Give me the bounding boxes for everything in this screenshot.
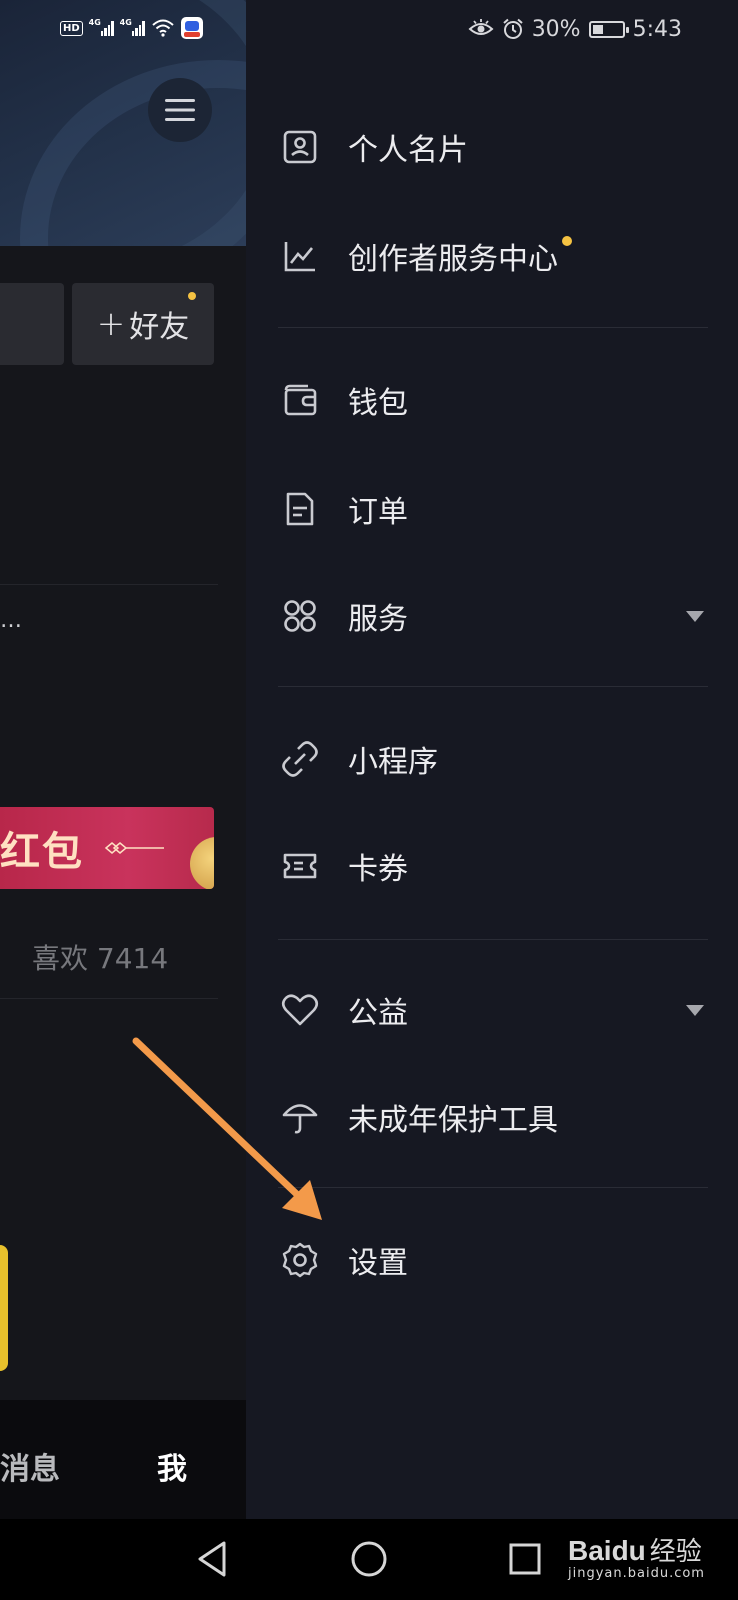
edit-profile-button[interactable]	[0, 283, 64, 365]
divider	[278, 1187, 708, 1188]
alarm-icon	[503, 18, 523, 39]
signal-icon: 4G	[88, 18, 114, 36]
watermark-logo: Bai	[568, 1535, 612, 1566]
plus-icon: +	[96, 304, 126, 344]
divider	[278, 686, 708, 687]
drawer-item-coupons[interactable]: 卡券	[280, 836, 708, 896]
eye-comfort-icon	[468, 19, 494, 35]
expand-caret-icon[interactable]	[686, 611, 704, 622]
red-packet-banner[interactable]: 红包	[0, 807, 214, 889]
drawer-item-label-wrap: 创作者服务中心	[348, 234, 572, 278]
profile-card-icon	[283, 130, 317, 164]
wifi-icon	[152, 19, 174, 37]
drawer-item-label: 未成年保护工具	[348, 1103, 558, 1138]
bottom-tab-bar: 消息 我	[0, 1400, 246, 1519]
status-bar-left: HD 4G 4G	[60, 16, 203, 40]
drawer-item-label: 小程序	[348, 745, 438, 780]
drawer-item-label: 设置	[348, 1246, 408, 1281]
add-friend-button[interactable]: + 好友	[72, 283, 214, 365]
drawer-item-wallet[interactable]: 钱包	[280, 370, 708, 430]
divider	[278, 327, 708, 328]
hamburger-menu-icon	[165, 99, 195, 121]
divider	[0, 584, 218, 585]
background-profile-page: HD 4G 4G + 好友 … 红包 喜欢 7414 消息 我	[0, 0, 246, 1519]
add-friend-label: 好友	[129, 310, 190, 345]
services-grid-icon	[284, 600, 316, 632]
floating-button-edge[interactable]	[0, 1245, 8, 1371]
recents-key-icon[interactable]	[503, 1537, 547, 1581]
menu-button[interactable]	[148, 78, 212, 142]
drawer-item-charity[interactable]: 公益	[280, 980, 708, 1040]
settings-gear-icon	[282, 1242, 318, 1278]
drawer-item-label: 个人名片	[348, 133, 468, 168]
creator-chart-icon	[284, 242, 315, 272]
drawer-item-services[interactable]: 服务	[280, 586, 708, 646]
signal-label: 4G	[119, 18, 132, 27]
side-drawer: 30% 5:43 个人名片 创作者服务中心 钱包 订单 服务 小程序 卡券 公益…	[246, 0, 738, 1519]
battery-icon	[588, 20, 629, 38]
signal-icon: 4G	[119, 18, 145, 36]
coupon-ticket-icon	[283, 853, 317, 879]
drawer-item-settings[interactable]: 设置	[280, 1230, 708, 1290]
decoration-icon	[104, 842, 164, 854]
wallet-icon	[284, 384, 317, 416]
drawer-item-profile-card[interactable]: 个人名片	[280, 117, 708, 177]
expand-caret-icon[interactable]	[686, 1005, 704, 1016]
drawer-item-mini-programs[interactable]: 小程序	[280, 729, 708, 789]
divider	[278, 939, 708, 940]
drawer-item-label: 服务	[348, 602, 408, 637]
new-indicator-dot	[188, 292, 196, 300]
battery-percent: 30%	[531, 16, 581, 42]
truncated-text: …	[0, 608, 23, 633]
hd-indicator: HD	[60, 20, 83, 36]
watermark-logo-paw: du	[611, 1535, 646, 1566]
home-key-icon[interactable]	[347, 1537, 391, 1581]
watermark-url: jingyan.baidu.com	[568, 1566, 705, 1581]
drawer-item-label: 钱包	[348, 386, 408, 421]
watermark-cn: 经验	[649, 1537, 702, 1567]
drawer-item-label: 订单	[348, 495, 408, 530]
coin-icon	[190, 837, 214, 889]
umbrella-icon	[282, 1104, 318, 1134]
drawer-item-minor-protection[interactable]: 未成年保护工具	[280, 1087, 708, 1147]
signal-label: 4G	[88, 18, 101, 27]
drawer-item-label: 创作者服务中心	[348, 242, 558, 277]
drawer-item-label: 公益	[348, 996, 408, 1031]
baidu-app-notification-icon	[180, 17, 203, 39]
notification-dot	[562, 236, 572, 246]
status-bar-right: 30% 5:43	[468, 16, 682, 42]
charity-heart-icon	[281, 994, 319, 1026]
clock-time: 5:43	[632, 16, 682, 42]
drawer-item-creator-center[interactable]: 创作者服务中心	[280, 226, 708, 286]
divider	[0, 998, 218, 999]
drawer-item-label: 卡券	[348, 852, 408, 887]
back-key-icon[interactable]	[192, 1537, 236, 1581]
order-document-icon	[286, 492, 314, 526]
baidu-jingyan-watermark: Baidu 经验 jingyan.baidu.com	[568, 1531, 708, 1591]
tab-me[interactable]: 我	[157, 1444, 187, 1488]
tab-messages[interactable]: 消息	[0, 1444, 60, 1488]
mini-program-link-icon	[282, 741, 318, 777]
red-packet-text: 红包	[0, 829, 84, 875]
system-navigation-bar: Baidu 经验 jingyan.baidu.com	[0, 1519, 738, 1600]
likes-count[interactable]: 喜欢 7414	[32, 937, 168, 977]
drawer-item-orders[interactable]: 订单	[280, 479, 708, 539]
